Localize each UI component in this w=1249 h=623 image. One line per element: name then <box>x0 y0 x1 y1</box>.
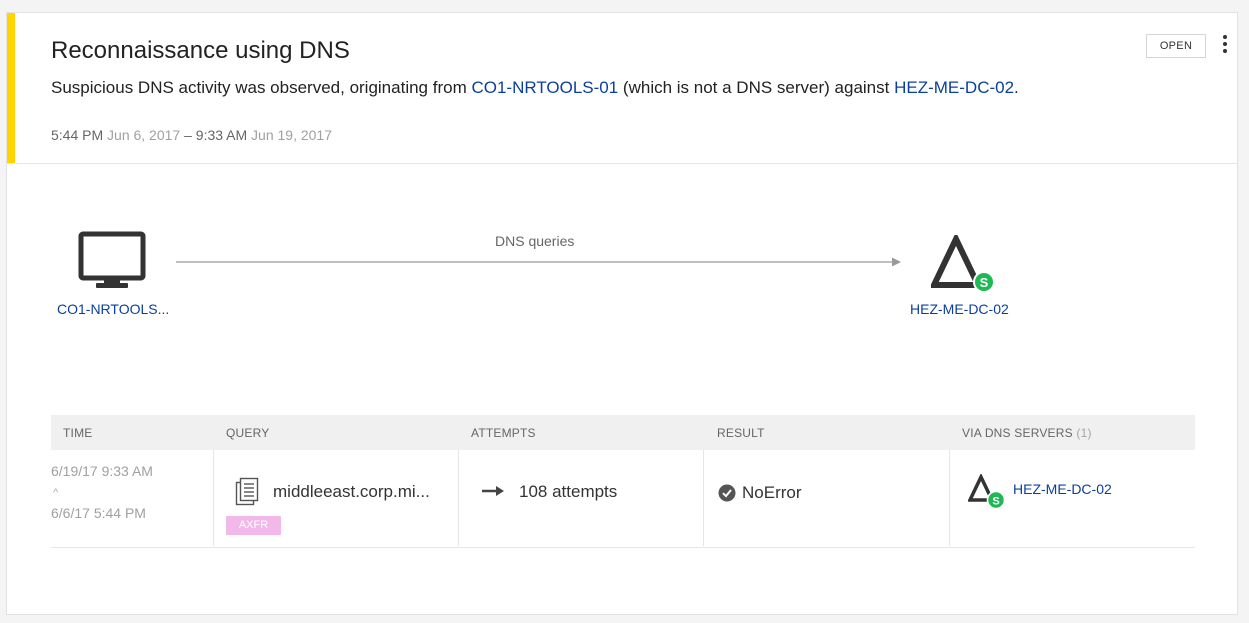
domain-controller-icon: S <box>929 232 997 298</box>
via-dns-server-link[interactable]: HEZ-ME-DC-02 <box>1013 481 1112 497</box>
description-suffix: . <box>1014 78 1019 97</box>
table-row: 6/19/17 9:33 AM ^ 6/6/17 5:44 PM middlee… <box>51 450 1195 548</box>
monitor-icon <box>78 231 146 296</box>
source-node-label[interactable]: CO1-NRTOOLS... <box>57 301 172 317</box>
row-result: NoError <box>742 483 802 502</box>
table-header: TIME QUERY ATTEMPTS RESULT VIA DNS SERVE… <box>51 415 1195 450</box>
more-options-icon[interactable] <box>1220 35 1230 57</box>
column-attempts: ATTEMPTS <box>471 426 536 440</box>
cell-divider <box>213 450 214 546</box>
query-type-badge: AXFR <box>226 516 281 535</box>
target-node-label[interactable]: HEZ-ME-DC-02 <box>910 301 1009 317</box>
arrow-right-icon <box>481 484 505 503</box>
source-host-link[interactable]: CO1-NRTOOLS-01 <box>471 78 618 97</box>
column-result: RESULT <box>717 426 765 440</box>
row-attempts: 108 attempts <box>519 482 618 501</box>
column-time: TIME <box>63 426 93 440</box>
cell-divider <box>703 450 704 546</box>
column-via-count: (1) <box>1076 426 1092 440</box>
alert-timeline: 5:44 PM Jun 6, 2017 – 9:33 AM Jun 19, 20… <box>51 127 332 143</box>
start-date: Jun 6, 2017 <box>107 127 181 143</box>
caret-up-icon: ^ <box>53 487 59 499</box>
alert-header: Reconnaissance using DNS Suspicious DNS … <box>7 13 1237 164</box>
start-time: 5:44 PM <box>51 127 104 143</box>
alert-description: Suspicious DNS activity was observed, or… <box>51 78 1019 98</box>
edge-label: DNS queries <box>495 233 575 249</box>
domain-controller-icon: S <box>967 472 1008 515</box>
edge-arrow <box>176 255 902 273</box>
severity-accent-bar <box>7 13 15 163</box>
column-via-dns-servers: VIA DNS SERVERS (1) <box>962 426 1092 440</box>
cell-divider <box>949 450 950 546</box>
row-time-start: 6/6/17 5:44 PM <box>51 505 146 521</box>
dns-query-table: TIME QUERY ATTEMPTS RESULT VIA DNS SERVE… <box>51 415 1195 548</box>
document-icon <box>234 476 262 513</box>
description-middle: (which is not a DNS server) against <box>618 78 895 97</box>
cell-divider <box>458 450 459 546</box>
check-circle-icon <box>718 484 736 507</box>
status-button[interactable]: OPEN <box>1146 34 1206 58</box>
end-time: 9:33 AM <box>195 127 248 143</box>
time-separator: – <box>184 127 192 143</box>
svg-text:S: S <box>992 496 999 508</box>
column-via-label: VIA DNS SERVERS <box>962 426 1073 440</box>
column-query: QUERY <box>226 426 270 440</box>
svg-text:S: S <box>980 275 989 290</box>
row-time-end: 6/19/17 9:33 AM <box>51 463 153 479</box>
description-prefix: Suspicious DNS activity was observed, or… <box>51 78 472 97</box>
target-host-link[interactable]: HEZ-ME-DC-02 <box>894 78 1014 97</box>
alert-card: Reconnaissance using DNS Suspicious DNS … <box>6 12 1238 615</box>
alert-title: Reconnaissance using DNS <box>51 37 350 64</box>
row-query[interactable]: middleeast.corp.mi... <box>273 482 430 502</box>
end-date: Jun 19, 2017 <box>251 127 333 143</box>
